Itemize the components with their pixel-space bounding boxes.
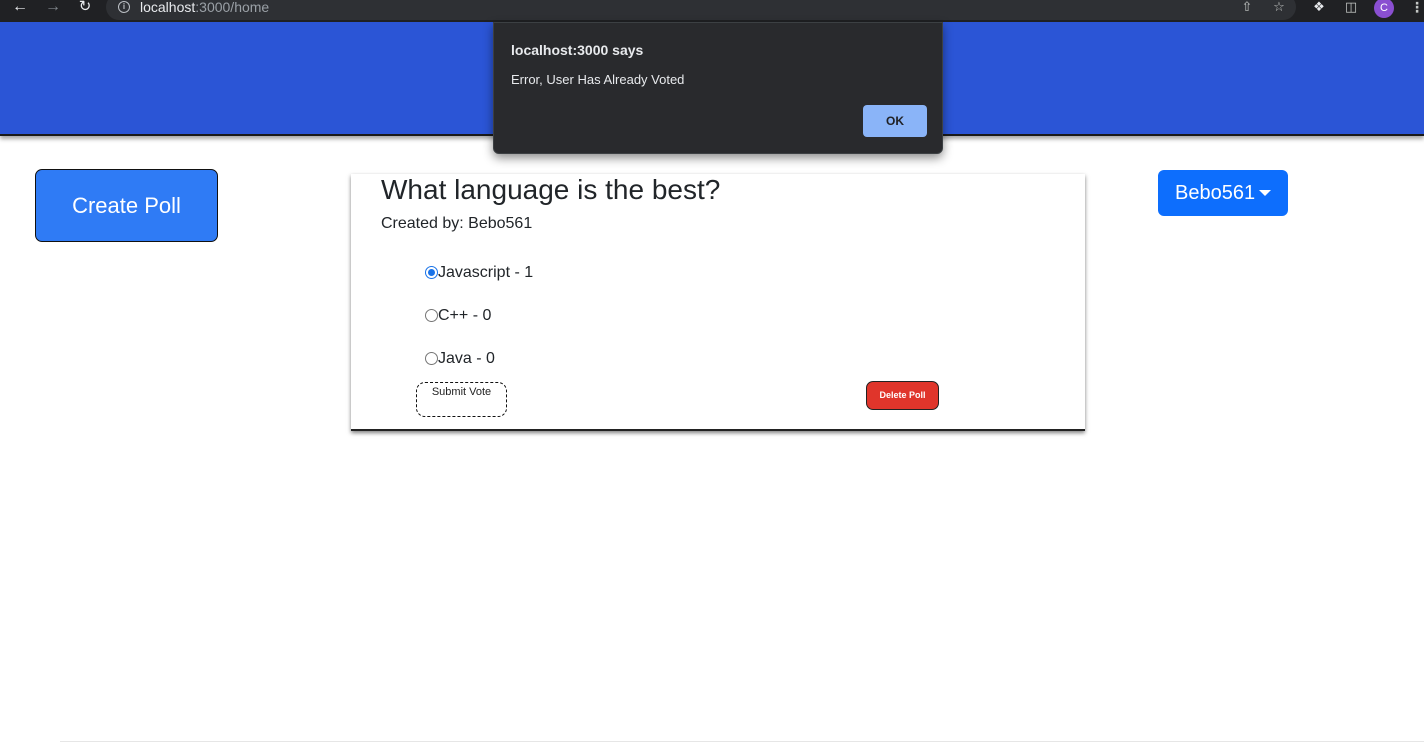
browser-toolbar: ← → ↻ i localhost:3000/home ⇧ ☆ ❖ ◫ C ⋮ [0, 0, 1424, 22]
url-text[interactable]: localhost:3000/home [140, 0, 269, 15]
create-poll-button[interactable]: Create Poll [35, 169, 218, 242]
forward-arrow-icon[interactable]: → [43, 0, 63, 16]
alert-message: Error, User Has Already Voted [511, 72, 685, 87]
submit-vote-button[interactable]: Submit Vote [416, 382, 507, 417]
poll-option-label: Javascript - 1 [438, 264, 534, 281]
poll-card: What language is the best? Created by: B… [351, 174, 1085, 431]
poll-creator: Created by: Bebo561 [381, 215, 533, 232]
poll-option-label: C++ - 0 [438, 307, 492, 324]
poll-option[interactable]: C++ - 0 [425, 307, 491, 327]
poll-question: What language is the best? [381, 174, 721, 205]
url-path: :3000/home [195, 0, 270, 15]
poll-option[interactable]: Java - 0 [425, 350, 495, 370]
reload-icon[interactable]: ↻ [75, 0, 95, 16]
profile-avatar[interactable]: C [1374, 0, 1394, 18]
url-host: localhost [140, 0, 196, 15]
back-arrow-icon[interactable]: ← [10, 0, 30, 16]
delete-poll-button[interactable]: Delete Poll [866, 381, 939, 410]
alert-title: localhost:3000 says [511, 42, 644, 58]
radio-button[interactable] [425, 352, 438, 365]
star-icon[interactable]: ☆ [1270, 0, 1288, 16]
address-bar[interactable]: i localhost:3000/home [106, 0, 1296, 20]
caret-down-icon [1259, 190, 1271, 196]
username-label: Bebo561 [1175, 182, 1256, 204]
poll-option[interactable]: Javascript - 1 [425, 264, 533, 284]
divider [60, 741, 1424, 742]
radio-button[interactable] [425, 266, 438, 279]
poll-option-label: Java - 0 [438, 350, 495, 367]
alert-dialog: localhost:3000 says Error, User Has Alre… [493, 22, 943, 154]
share-icon[interactable]: ⇧ [1238, 0, 1256, 16]
user-dropdown-button[interactable]: Bebo561 [1158, 170, 1288, 216]
alert-ok-button[interactable]: OK [863, 105, 927, 137]
extensions-icon[interactable]: ❖ [1310, 0, 1328, 16]
radio-button[interactable] [425, 309, 438, 322]
kebab-menu-icon[interactable]: ⋮ [1408, 0, 1424, 16]
info-icon[interactable]: i [118, 1, 130, 13]
side-panel-icon[interactable]: ◫ [1342, 0, 1360, 16]
